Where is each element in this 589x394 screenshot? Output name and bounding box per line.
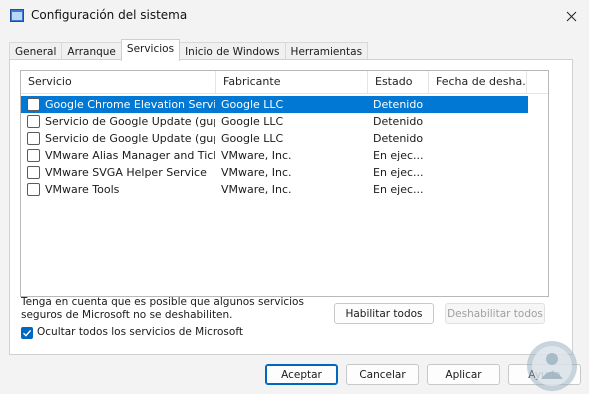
service-name: VMware Alias Manager and Ticke...: [45, 149, 215, 162]
service-row[interactable]: Servicio de Google Update (gup... Google…: [21, 113, 528, 130]
service-vendor: VMware, Inc.: [221, 149, 292, 162]
service-checkbox[interactable]: [27, 149, 40, 162]
service-status: Detenido: [373, 115, 424, 128]
service-vendor: VMware, Inc.: [221, 166, 292, 179]
service-status: Detenido: [373, 98, 424, 111]
service-vendor: Google LLC: [221, 98, 284, 111]
close-icon: [566, 11, 577, 21]
column-header-servicio[interactable]: Servicio: [21, 71, 216, 93]
close-button[interactable]: [554, 0, 589, 32]
service-name: Servicio de Google Update (gup...: [45, 115, 215, 128]
column-header-fabricante[interactable]: Fabricante: [216, 71, 368, 93]
services-panel: Servicio Fabricante Estado Fecha de desh…: [9, 59, 573, 355]
column-header-estado[interactable]: Estado: [368, 71, 429, 93]
note-line-1: Tenga en cuenta que es posible que algun…: [21, 296, 304, 308]
note-line-2: seguros de Microsoft no se deshabiliten.: [21, 309, 233, 321]
watermark-logo-icon: [527, 341, 577, 391]
service-status: En ejec...: [373, 149, 424, 162]
window-title: Configuración del sistema: [31, 8, 188, 22]
service-name: VMware SVGA Helper Service: [45, 166, 207, 179]
service-status: En ejec...: [373, 183, 424, 196]
apply-button[interactable]: Aplicar: [427, 364, 500, 385]
service-checkbox[interactable]: [27, 166, 40, 179]
tab-strip: General Arranque Servicios Inicio de Win…: [9, 39, 369, 61]
service-checkbox[interactable]: [27, 115, 40, 128]
service-name: Google Chrome Elevation Servic...: [45, 98, 215, 111]
checkmark-icon: [23, 329, 32, 337]
services-list[interactable]: Servicio Fabricante Estado Fecha de desh…: [20, 70, 549, 297]
disable-all-button[interactable]: Deshabilitar todos: [445, 303, 545, 324]
service-row[interactable]: VMware SVGA Helper Service VMware, Inc. …: [21, 164, 528, 181]
system-config-icon: [10, 9, 24, 22]
column-header-fecha[interactable]: Fecha de desha...: [429, 71, 527, 93]
tab-servicios[interactable]: Servicios: [120, 39, 181, 61]
service-vendor: VMware, Inc.: [221, 183, 292, 196]
service-name: Servicio de Google Update (gup...: [45, 132, 215, 145]
service-status: En ejec...: [373, 166, 424, 179]
service-vendor: Google LLC: [221, 115, 284, 128]
service-row[interactable]: VMware Tools VMware, Inc. En ejec...: [21, 181, 528, 198]
enable-all-button[interactable]: Habilitar todos: [334, 303, 434, 324]
service-name: VMware Tools: [45, 183, 120, 196]
title-bar: Configuración del sistema: [0, 0, 589, 32]
microsoft-services-note: Tenga en cuenta que es posible que algun…: [21, 296, 321, 322]
service-checkbox[interactable]: [27, 183, 40, 196]
service-row[interactable]: Servicio de Google Update (gup... Google…: [21, 130, 528, 147]
service-checkbox[interactable]: [27, 98, 40, 111]
service-vendor: Google LLC: [221, 132, 284, 145]
cancel-button[interactable]: Cancelar: [346, 364, 419, 385]
service-row[interactable]: VMware Alias Manager and Ticke... VMware…: [21, 147, 528, 164]
hide-microsoft-services-checkbox[interactable]: [21, 327, 33, 339]
service-checkbox[interactable]: [27, 132, 40, 145]
list-header: Servicio Fabricante Estado Fecha de desh…: [21, 71, 548, 94]
service-status: Detenido: [373, 132, 424, 145]
ok-button[interactable]: Aceptar: [265, 364, 338, 385]
hide-microsoft-services-label[interactable]: Ocultar todos los servicios de Microsoft: [37, 326, 243, 338]
service-row[interactable]: Google Chrome Elevation Servic... Google…: [21, 96, 528, 113]
